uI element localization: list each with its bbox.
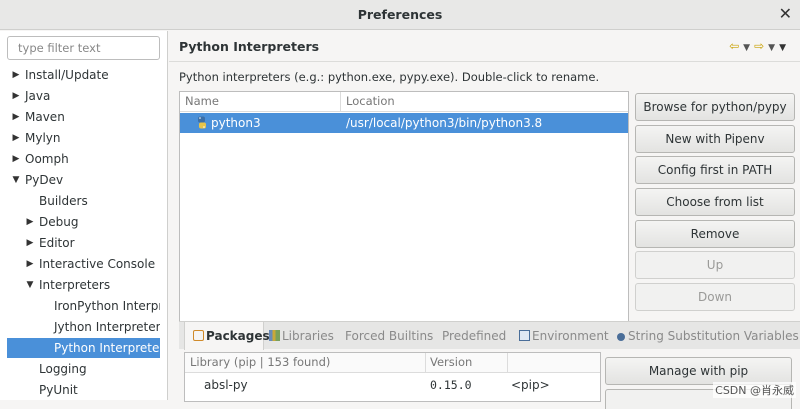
tree-item-install-update[interactable]: ▶ Install/Update [0, 65, 160, 85]
column-divider [425, 353, 426, 373]
libraries-icon [269, 330, 280, 341]
history-nav: ⇦▼⇨▼▼ [729, 39, 790, 53]
remove-button[interactable]: Remove [635, 220, 795, 248]
tab-forced-builtins[interactable]: Forced Builtins [345, 322, 433, 350]
chevron-right-icon[interactable]: ▶ [10, 65, 22, 85]
new-with-pipenv-button[interactable]: New with Pipenv [635, 125, 795, 153]
tab-string-substitution-variables[interactable]: String Substitution Variables [617, 322, 799, 350]
packages-table[interactable]: Library (pip | 153 found) Version absl-p… [184, 352, 601, 402]
python-icon [198, 116, 206, 129]
title-bar: Preferences ✕ [0, 0, 800, 30]
chevron-right-icon[interactable]: ▶ [10, 149, 22, 169]
tree-item-interactive-console[interactable]: ▶ Interactive Console [0, 254, 160, 274]
column-divider [340, 92, 341, 112]
forward-dropdown-icon[interactable]: ▼ [768, 43, 779, 53]
divider [169, 61, 800, 62]
config-first-in-path-button[interactable]: Config first in PATH [635, 156, 795, 184]
column-location[interactable]: Location [346, 92, 395, 111]
browse-button[interactable]: Browse for python/pypy exe [635, 93, 795, 140]
interpreter-name: python3 [211, 116, 261, 130]
tree-item-builders[interactable]: Builders [0, 191, 160, 211]
tree-item-ironpython-interpreter[interactable]: IronPython Interpreter [0, 296, 160, 316]
interpreter-location: /usr/local/python3/bin/python3.8 [346, 116, 543, 130]
tree-item-jython-interpreter[interactable]: Jython Interpreter [0, 317, 160, 337]
tree-item-java[interactable]: ▶ Java [0, 86, 160, 106]
tree-item-mylyn[interactable]: ▶ Mylyn [0, 128, 160, 148]
tree-item-logging[interactable]: Logging [0, 359, 160, 379]
chevron-right-icon[interactable]: ▶ [24, 233, 36, 253]
choose-from-list-button[interactable]: Choose from list [635, 188, 795, 216]
package-name: absl-py [204, 378, 248, 392]
tab-libraries[interactable]: Libraries [269, 322, 334, 350]
tab-predefined[interactable]: Predefined [442, 322, 506, 350]
column-divider [507, 353, 508, 373]
view-menu-icon[interactable]: ▼ [779, 43, 790, 53]
interpreters-table[interactable]: Name Location python3 /usr/local/python3… [179, 91, 629, 344]
manage-with-pip-button[interactable]: Manage with pip [605, 357, 792, 385]
chevron-down-icon[interactable]: ▼ [24, 275, 36, 295]
chevron-right-icon[interactable]: ▶ [10, 128, 22, 148]
up-button[interactable]: Up [635, 251, 795, 279]
sidebar: ▶Install/Update ▶Java ▶Maven ▶Mylyn ▶Oom… [0, 31, 168, 400]
chevron-right-icon[interactable]: ▶ [24, 254, 36, 274]
chevron-right-icon[interactable]: ▶ [10, 107, 22, 127]
preference-page: Python Interpreters ⇦▼⇨▼▼ Python interpr… [169, 31, 800, 409]
tree-item-debug[interactable]: ▶ Debug [0, 212, 160, 232]
table-row[interactable]: python3 /usr/local/python3/bin/python3.8 [180, 113, 628, 133]
column-name[interactable]: Name [185, 92, 219, 111]
tree-item-pyunit[interactable]: PyUnit [0, 380, 160, 400]
close-icon[interactable]: ✕ [779, 4, 792, 23]
page-title: Python Interpreters [179, 39, 320, 54]
column-version[interactable]: Version [430, 353, 472, 372]
interpreters-hint: Python interpreters (e.g.: python.exe, p… [179, 70, 600, 84]
tree-item-pydev[interactable]: ▼ PyDev [0, 170, 160, 190]
chevron-down-icon[interactable]: ▼ [10, 170, 22, 190]
filter-input[interactable] [7, 36, 160, 60]
watermark: CSDN @肖永威 [713, 382, 796, 398]
window-title: Preferences [357, 7, 443, 22]
table-header: Name Location [180, 92, 628, 112]
tree-item-python-interpreter[interactable]: Python Interpreter [7, 338, 160, 358]
chevron-right-icon[interactable]: ▶ [24, 212, 36, 232]
tree-item-oomph[interactable]: ▶ Oomph [0, 149, 160, 169]
forward-arrow-icon[interactable]: ⇨ [754, 39, 768, 53]
interpreter-tabs: Packages Libraries Forced Builtins Prede… [179, 321, 800, 350]
tree-item-interpreters[interactable]: ▼ Interpreters [0, 275, 160, 295]
variables-icon [617, 333, 625, 341]
package-source: <pip> [511, 378, 550, 392]
package-icon [193, 330, 204, 341]
down-button[interactable]: Down [635, 283, 795, 311]
package-version: 0.15.0 [430, 378, 472, 392]
packages-header: Library (pip | 153 found) Version [185, 353, 600, 373]
tree-item-editor[interactable]: ▶ Editor [0, 233, 160, 253]
tab-packages[interactable]: Packages [184, 322, 270, 350]
column-library[interactable]: Library (pip | 153 found) [190, 353, 330, 372]
back-dropdown-icon[interactable]: ▼ [743, 43, 754, 53]
tree-item-maven[interactable]: ▶ Maven [0, 107, 160, 127]
back-arrow-icon[interactable]: ⇦ [729, 39, 743, 53]
tab-environment[interactable]: Environment [519, 322, 609, 350]
environment-icon [519, 330, 530, 341]
chevron-right-icon[interactable]: ▶ [10, 86, 22, 106]
table-row[interactable]: absl-py 0.15.0 <pip> [185, 375, 600, 395]
